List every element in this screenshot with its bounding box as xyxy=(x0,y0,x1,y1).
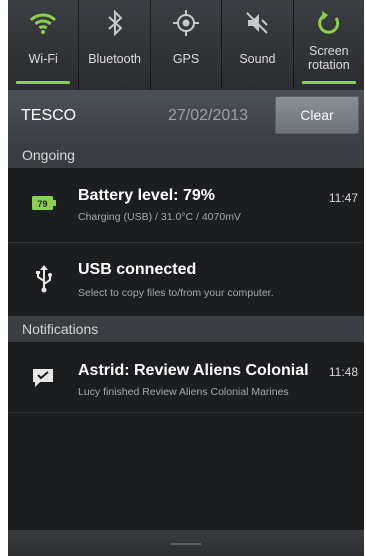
notification-title: USB connected xyxy=(78,261,197,278)
clear-button[interactable]: Clear xyxy=(275,96,359,134)
toggle-indicator xyxy=(87,81,141,84)
toggle-indicator xyxy=(230,81,284,84)
notification-title: Astrid: Review Aliens Colonial xyxy=(78,362,309,379)
toggle-indicator xyxy=(159,81,213,84)
toggle-label: Wi-Fi xyxy=(28,52,58,66)
toggle-label: Bluetooth xyxy=(88,52,142,66)
toggle-label: Sound xyxy=(239,52,276,66)
drag-handle-line xyxy=(171,543,201,545)
notification-time: 11:48 xyxy=(328,365,358,379)
section-header-ongoing: Ongoing xyxy=(8,142,364,168)
usb-icon xyxy=(35,265,53,298)
notification-astrid[interactable]: Astrid: Review Aliens Colonial Lucy fini… xyxy=(8,342,364,412)
notification-time: 11:47 xyxy=(328,191,358,205)
rotation-icon xyxy=(314,8,344,38)
battery-badge: 79 xyxy=(37,199,47,209)
sound-muted-icon xyxy=(242,8,272,38)
battery-icon: 79 xyxy=(32,196,56,215)
bluetooth-icon xyxy=(100,8,130,38)
quick-settings-bar: Wi-Fi Bluetooth GPS Sound Screen rotatio… xyxy=(8,0,364,90)
notification-panel: Wi-Fi Bluetooth GPS Sound Screen rotatio… xyxy=(8,0,364,556)
notification-title: Battery level: 79% xyxy=(78,187,215,204)
toggle-sound[interactable]: Sound xyxy=(222,0,294,90)
toggle-screen-rotation[interactable]: Screen rotation xyxy=(294,0,364,90)
wifi-icon xyxy=(28,8,58,38)
divider xyxy=(8,412,364,413)
message-icon xyxy=(32,368,54,393)
toggle-bluetooth[interactable]: Bluetooth xyxy=(79,0,151,90)
notification-subtitle: Charging (USB) / 31.0°C / 4070mV xyxy=(78,211,241,223)
toggle-wifi[interactable]: Wi-Fi xyxy=(8,0,80,90)
notification-battery[interactable]: 79 Battery level: 79% Charging (USB) / 3… xyxy=(8,168,364,242)
section-header-notifications: Notifications xyxy=(8,316,364,342)
panel-drag-handle[interactable] xyxy=(8,530,364,556)
notification-subtitle: Select to copy files to/from your comput… xyxy=(78,287,274,299)
carrier-row: TESCO 27/02/2013 Clear xyxy=(8,90,364,142)
date-label: 27/02/2013 xyxy=(168,107,249,124)
toggle-indicator xyxy=(16,81,71,84)
toggle-indicator xyxy=(301,81,357,84)
notification-usb[interactable]: USB connected Select to copy files to/fr… xyxy=(8,243,364,316)
toggle-label: GPS xyxy=(172,52,200,66)
toggle-gps[interactable]: GPS xyxy=(151,0,223,90)
carrier-name: TESCO xyxy=(21,107,77,124)
notification-subtitle: Lucy finished Review Aliens Colonial Mar… xyxy=(78,386,289,398)
gps-icon xyxy=(171,8,201,38)
toggle-label: Screen rotation xyxy=(307,44,350,72)
